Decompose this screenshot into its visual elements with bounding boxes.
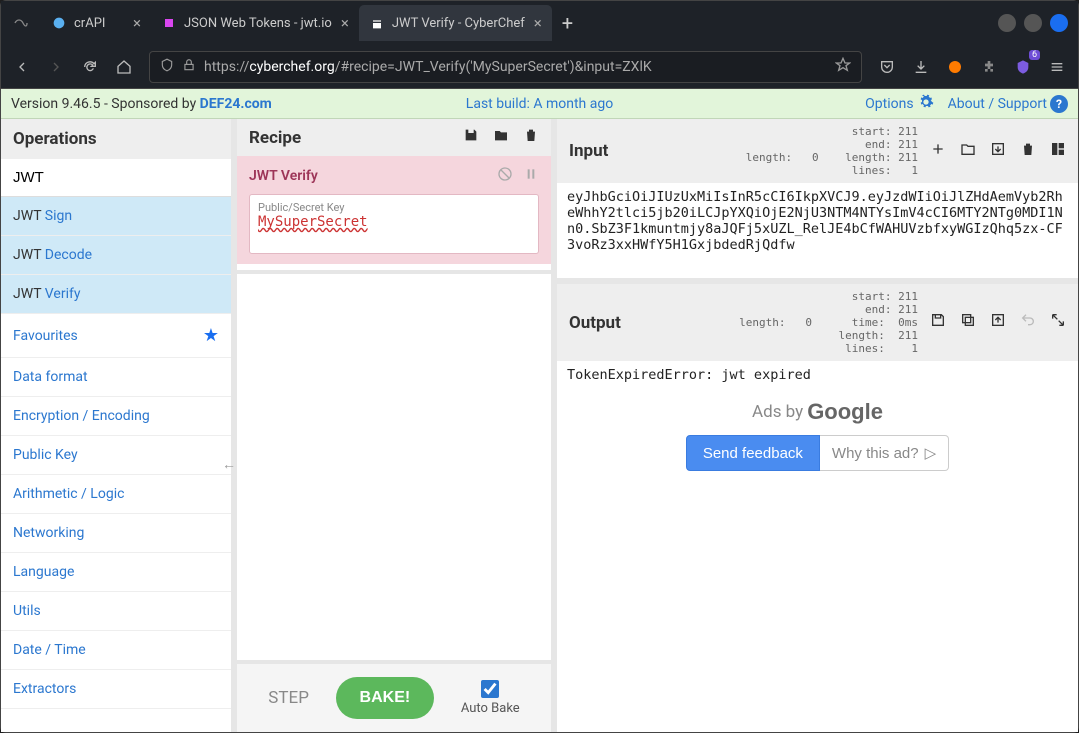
os-menu-icon[interactable] — [1, 15, 41, 31]
recipe-drop-area[interactable] — [237, 270, 551, 660]
save-output-icon[interactable] — [930, 312, 946, 333]
maximise-output-icon[interactable] — [1050, 312, 1066, 333]
clear-input-icon[interactable] — [1020, 141, 1036, 162]
disable-op-icon[interactable] — [497, 166, 513, 186]
key-value: MySuperSecret — [258, 214, 530, 230]
clear-recipe-icon[interactable] — [523, 127, 539, 148]
copy-output-icon[interactable] — [960, 312, 976, 333]
tab-icon-crapi — [51, 15, 67, 31]
extension-puzzle-icon[interactable] — [974, 52, 1004, 82]
send-feedback-button[interactable]: Send feedback — [686, 435, 820, 471]
shield-icon[interactable] — [160, 58, 174, 76]
autobake-checkbox[interactable] — [481, 680, 499, 698]
tab-jwtio[interactable]: JSON Web Tokens - jwt.io × — [151, 5, 359, 41]
adchoices-icon: ▷ — [925, 444, 937, 462]
category-networking[interactable]: Networking — [1, 514, 231, 553]
open-file-icon[interactable] — [990, 141, 1006, 162]
add-input-tab-icon[interactable] — [930, 141, 946, 162]
undo-icon[interactable] — [1020, 312, 1036, 333]
op-jwt-verify[interactable]: JWT Verify — [1, 275, 231, 314]
key-field[interactable]: Public/Secret Key MySuperSecret — [249, 194, 539, 254]
category-utils[interactable]: Utils — [1, 592, 231, 631]
replace-input-icon[interactable] — [990, 312, 1006, 333]
category-favourites[interactable]: Favourites★ — [1, 314, 231, 358]
address-bar[interactable]: https://cyberchef.org/#recipe=JWT_Verify… — [149, 51, 862, 83]
recipe-title: Recipe — [249, 128, 301, 148]
sponsor-link[interactable]: DEF24.com — [200, 96, 272, 112]
google-logo: Google — [807, 399, 883, 425]
input-title: Input — [569, 141, 608, 161]
collapse-panel-icon[interactable]: ← — [222, 456, 236, 473]
gear-icon[interactable] — [918, 94, 934, 114]
recipe-operation[interactable]: JWT Verify Public/Secret Key MySuperSecr… — [237, 156, 551, 264]
extension-badge: 6 — [1029, 50, 1040, 60]
ads-section: Ads by Google Send feedback Why this ad?… — [557, 389, 1078, 732]
category-arithmetic[interactable]: Arithmetic / Logic — [1, 475, 231, 514]
window-maximize[interactable] — [1024, 14, 1042, 32]
tab-title: JSON Web Tokens - jwt.io — [184, 16, 332, 31]
close-icon[interactable]: × — [532, 14, 544, 32]
tab-strip: crAPI × JSON Web Tokens - jwt.io × JWT V… — [41, 1, 998, 45]
category-language[interactable]: Language — [1, 553, 231, 592]
category-extractors[interactable]: Extractors — [1, 670, 231, 709]
output-text[interactable]: TokenExpiredError: jwt expired — [557, 361, 1078, 389]
url-text: https://cyberchef.org/#recipe=JWT_Verify… — [204, 59, 827, 75]
step-button[interactable]: STEP — [268, 688, 309, 708]
tab-title: crAPI — [74, 16, 105, 31]
open-folder-icon[interactable] — [960, 141, 976, 162]
tab-icon-cyberchef — [369, 15, 385, 31]
reload-button[interactable] — [75, 52, 105, 82]
home-button[interactable] — [109, 52, 139, 82]
autobake-toggle[interactable]: Auto Bake — [461, 680, 520, 716]
input-stats: start: 211 end: 211 length: 0 length: 21… — [608, 125, 918, 177]
options-link[interactable]: Options — [865, 96, 913, 112]
window-close[interactable] — [1050, 14, 1068, 32]
help-icon[interactable]: ? — [1050, 95, 1068, 113]
load-recipe-icon[interactable] — [493, 127, 509, 148]
close-icon[interactable]: × — [339, 14, 351, 32]
output-stats: start: 211 end: 211 length: 0 time: 0ms … — [621, 290, 918, 355]
hamburger-menu-icon[interactable] — [1042, 52, 1072, 82]
downloads-icon[interactable] — [906, 52, 936, 82]
operations-search-input[interactable] — [1, 159, 231, 197]
tab-icon-jwtio — [161, 15, 177, 31]
star-icon: ★ — [203, 325, 219, 346]
recipe-op-name: JWT Verify — [249, 168, 318, 184]
new-tab-button[interactable]: + — [552, 11, 583, 35]
op-jwt-sign[interactable]: JWT Sign — [1, 197, 231, 236]
why-this-ad-button[interactable]: Why this ad? ▷ — [820, 435, 949, 471]
category-public-key[interactable]: Public Key — [1, 436, 231, 475]
version-label: Version 9.46.5 - Sponsored by DEF24.com — [11, 96, 272, 112]
reset-layout-icon[interactable] — [1050, 141, 1066, 162]
bookmark-star-icon[interactable] — [835, 57, 851, 77]
extension-firefox-icon[interactable] — [940, 52, 970, 82]
tab-title: JWT Verify - CyberChef — [392, 16, 525, 31]
input-text[interactable]: eyJhbGciOiJIUzUxMiIsInR5cCI6IkpXVCJ9.eyJ… — [557, 183, 1078, 259]
extension-shield-icon[interactable]: 6 — [1008, 52, 1038, 82]
back-button[interactable] — [7, 52, 37, 82]
close-icon[interactable]: × — [131, 14, 143, 32]
op-jwt-decode[interactable]: JWT Decode — [1, 236, 231, 275]
key-label: Public/Secret Key — [258, 201, 530, 214]
save-recipe-icon[interactable] — [463, 127, 479, 148]
output-title: Output — [569, 313, 621, 333]
category-datetime[interactable]: Date / Time — [1, 631, 231, 670]
tab-cyberchef[interactable]: JWT Verify - CyberChef × — [359, 5, 552, 41]
bake-button[interactable]: BAKE! — [336, 677, 435, 719]
category-encryption[interactable]: Encryption / Encoding — [1, 397, 231, 436]
lock-icon[interactable] — [182, 58, 196, 76]
window-minimize[interactable] — [998, 14, 1016, 32]
banner: Version 9.46.5 - Sponsored by DEF24.com … — [1, 89, 1078, 119]
tab-crapi[interactable]: crAPI × — [41, 5, 151, 41]
last-build-link[interactable]: Last build: A month ago — [466, 96, 613, 112]
operations-title: Operations — [1, 119, 231, 159]
pocket-icon[interactable] — [872, 52, 902, 82]
category-data-format[interactable]: Data format — [1, 358, 231, 397]
pause-op-icon[interactable] — [523, 166, 539, 186]
about-link[interactable]: About / Support — [948, 96, 1047, 112]
forward-button[interactable] — [41, 52, 71, 82]
